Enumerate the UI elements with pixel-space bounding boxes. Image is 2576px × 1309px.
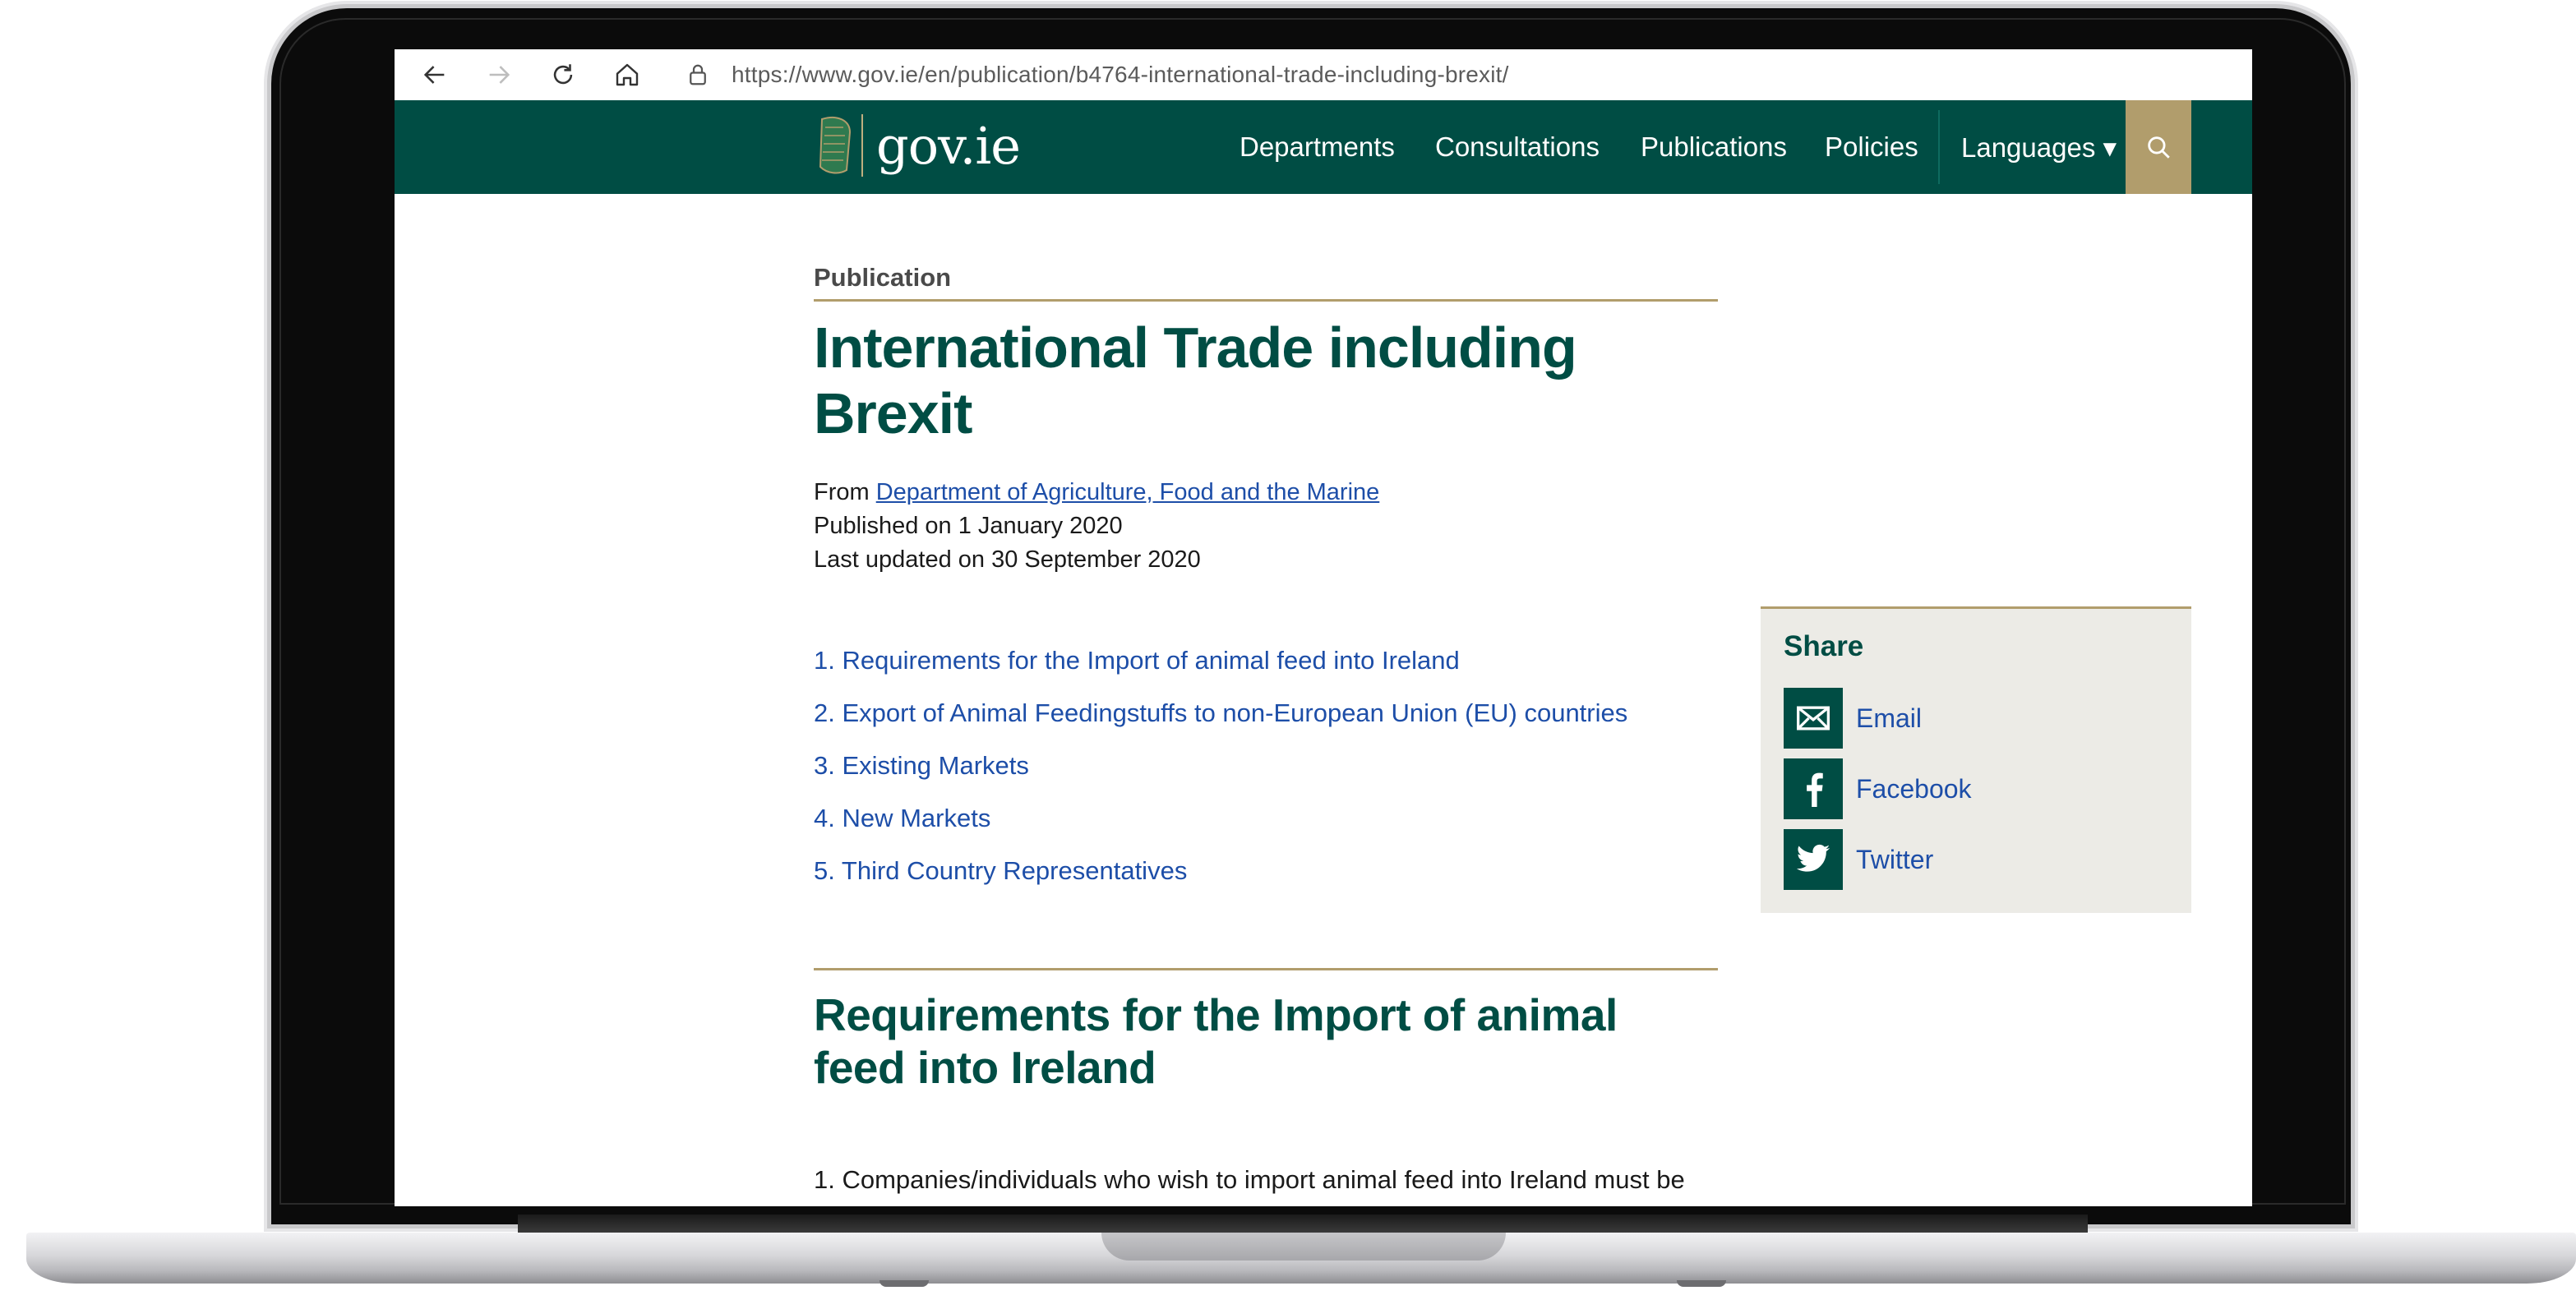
harp-icon [819, 117, 852, 174]
search-icon [2148, 136, 2170, 159]
nav-divider [1938, 110, 1940, 184]
laptop-foot [879, 1280, 929, 1287]
from-prefix: From [814, 479, 876, 505]
section-rule [814, 968, 1718, 970]
toc-link[interactable]: 2. Export of Animal Feedingstuffs to non… [814, 687, 1718, 740]
address-bar[interactable]: https://www.gov.ie/en/publication/b4764-… [732, 58, 1509, 92]
home-icon[interactable] [608, 56, 646, 94]
table-of-contents: 1. Requirements for the Import of animal… [814, 634, 1718, 897]
main-content: Publication International Trade includin… [814, 263, 1718, 1206]
twitter-icon [1784, 829, 1843, 890]
share-email[interactable]: Email [1784, 688, 1922, 749]
publication-meta: From Department of Agriculture, Food and… [814, 476, 1718, 577]
search-button[interactable] [2126, 100, 2191, 194]
site-logo[interactable]: gov.ie [814, 108, 1021, 182]
laptop-hinge [518, 1215, 2088, 1233]
email-icon [1784, 688, 1843, 749]
logo-text: gov.ie [876, 115, 1021, 176]
site-header: gov.ie Departments Consultations Publica… [395, 100, 2252, 194]
lock-icon[interactable] [687, 62, 709, 91]
facebook-icon [1784, 758, 1843, 819]
share-panel: Share Email Facebook Twitter [1761, 606, 2191, 913]
share-twitter-label: Twitter [1856, 844, 1934, 874]
browser-screen: https://www.gov.ie/en/publication/b4764-… [395, 49, 2252, 1206]
logo-divider [861, 114, 863, 177]
nav-consultations[interactable]: Consultations [1435, 131, 1600, 163]
page-title: International Trade including Brexit [814, 316, 1577, 445]
share-email-label: Email [1856, 703, 1923, 733]
forward-icon[interactable] [480, 56, 518, 94]
browser-toolbar: https://www.gov.ie/en/publication/b4764-… [395, 49, 2252, 101]
section-paragraph: 1. Companies/individuals who wish to imp… [814, 1165, 1685, 1206]
nav-publications[interactable]: Publications [1641, 131, 1787, 163]
share-facebook[interactable]: Facebook [1784, 758, 1972, 819]
share-facebook-label: Facebook [1856, 773, 1972, 804]
title-rule [814, 299, 1718, 302]
toc-link[interactable]: 1. Requirements for the Import of animal… [814, 634, 1718, 687]
published-date: Published on 1 January 2020 [814, 513, 1123, 539]
languages-dropdown[interactable]: Languages ▾ [1961, 131, 2117, 164]
back-icon[interactable] [416, 56, 454, 94]
updated-date: Last updated on 30 September 2020 [814, 546, 1201, 573]
toc-link[interactable]: 4. New Markets [814, 792, 1718, 845]
nav-policies[interactable]: Policies [1825, 131, 1918, 163]
reload-icon[interactable] [544, 56, 582, 94]
section-title: Requirements for the Import of animal fe… [814, 989, 1618, 1093]
department-link[interactable]: Department of Agriculture, Food and the … [876, 479, 1380, 505]
toc-link[interactable]: 3. Existing Markets [814, 740, 1718, 792]
share-twitter[interactable]: Twitter [1784, 829, 1933, 890]
nav-departments[interactable]: Departments [1240, 131, 1395, 163]
laptop-notch [1101, 1233, 1506, 1261]
page-type-label: Publication [814, 263, 952, 292]
laptop-foot [1677, 1280, 1726, 1287]
share-title: Share [1784, 630, 1864, 662]
toc-link[interactable]: 5. Third Country Representatives [814, 845, 1718, 897]
